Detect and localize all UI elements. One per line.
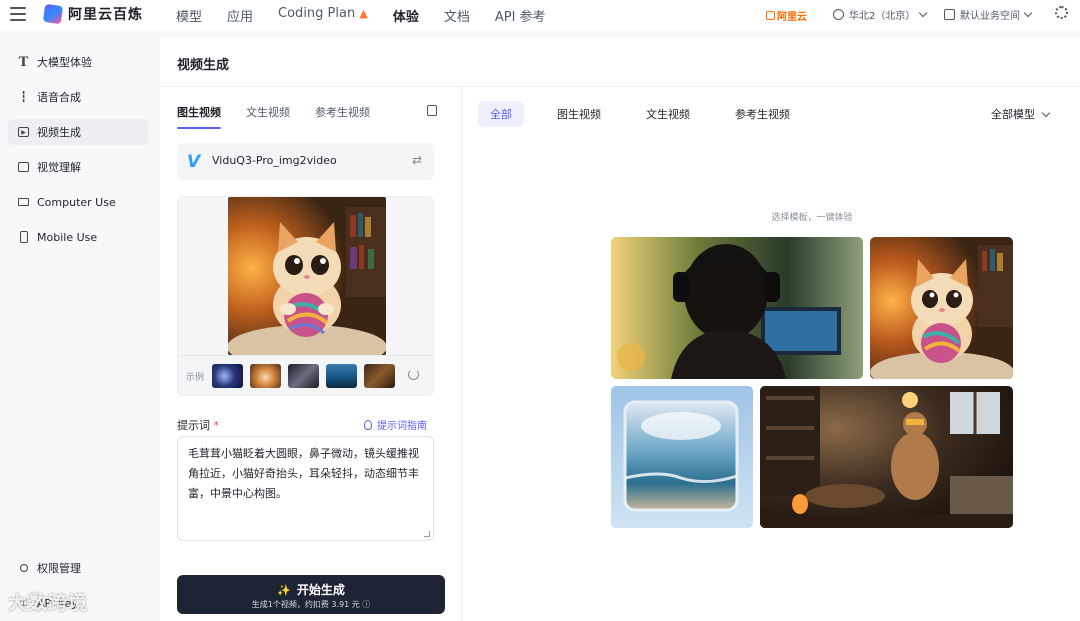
main-nav: 模型 应用 Coding Plan ▲ 体验 文档 API 参考 (176, 6, 546, 25)
fire-icon: ▲ (359, 7, 368, 20)
template-tile-muscle-man-room[interactable] (760, 386, 1013, 528)
video-icon: ▶ (18, 127, 29, 138)
model-filter-dropdown[interactable]: 全部模型 (991, 106, 1051, 122)
image-upload-area[interactable]: 示例 (177, 196, 434, 396)
example-thumbnail[interactable] (288, 364, 319, 388)
image-icon (18, 162, 29, 173)
example-thumbnail[interactable] (364, 364, 395, 388)
filter-reference-to-video[interactable]: 参考生视频 (723, 101, 802, 127)
examples-label: 示例 (186, 373, 205, 383)
sidebar-item-computer-use[interactable]: Computer Use (8, 189, 148, 215)
tab-image-to-video[interactable]: 图生视频 (177, 104, 221, 120)
sidebar: T 大模型体验 ┇ 语音合成 ▶ 视频生成 视觉理解 Computer Use … (0, 37, 160, 621)
sidebar-item-label: 权限管理 (37, 562, 81, 575)
top-bar: 阿里云百炼 模型 应用 Coding Plan ▲ 体验 文档 API 参考 阿… (0, 0, 1080, 30)
vidu-logo-icon: V (187, 152, 201, 172)
template-tile-ocean-frame[interactable] (611, 386, 753, 528)
workspace-selector[interactable]: 默认业务空间 (944, 7, 1033, 22)
sidebar-item-permissions[interactable]: 权限管理 (8, 555, 148, 581)
prompt-label-text: 提示词 (177, 419, 210, 432)
generate-button[interactable]: ✨ 开始生成 生成1个视频，约扣费 3.91 元 ⓘ (177, 575, 445, 614)
refresh-icon[interactable] (408, 369, 419, 380)
filter-all[interactable]: 全部 (478, 101, 524, 127)
required-mark: * (213, 419, 220, 432)
logo-icon (42, 3, 64, 25)
sidebar-item-label: 语音合成 (37, 91, 81, 104)
nav-item-experience[interactable]: 体验 (393, 6, 419, 25)
sidebar-item-label: 视觉理解 (37, 161, 81, 174)
template-filter-tabs: 全部 图生视频 文生视频 参考生视频 (478, 101, 823, 127)
example-images-row: 示例 (178, 355, 433, 395)
chevron-down-icon (919, 8, 928, 18)
template-tile-kitten[interactable] (870, 237, 1013, 379)
region-selector[interactable]: 华北2（北京） (833, 7, 928, 22)
watermark-text: 大数跨境 (8, 592, 89, 614)
generate-cost-note: 生成1个视频，约扣费 3.91 元 ⓘ (251, 600, 371, 609)
example-thumbnail[interactable] (250, 364, 281, 388)
active-tab-indicator (177, 127, 221, 129)
aliyun-badge[interactable]: 阿里云 (766, 8, 807, 23)
nav-item-api-reference[interactable]: API 参考 (495, 6, 546, 25)
nav-item-docs[interactable]: 文档 (444, 6, 470, 25)
model-selector[interactable]: V ViduQ3-Pro_img2video ⇄ (177, 143, 434, 180)
sidebar-item-llm-experience[interactable]: T 大模型体验 (8, 49, 148, 75)
chevron-down-icon (1023, 8, 1033, 18)
page-title: 视频生成 (177, 58, 230, 73)
sidebar-item-label: 视频生成 (37, 126, 81, 139)
menu-icon[interactable] (10, 7, 26, 21)
model-filter-label: 全部模型 (991, 108, 1035, 121)
nav-item-apps[interactable]: 应用 (227, 6, 253, 25)
user-icon (18, 563, 29, 574)
sidebar-item-visual-understanding[interactable]: 视觉理解 (8, 154, 148, 180)
sidebar-item-mobile-use[interactable]: Mobile Use (8, 224, 148, 250)
example-thumbnail[interactable] (212, 364, 243, 388)
aliyun-badge-label: 阿里云 (777, 12, 807, 23)
tab-reference-to-video[interactable]: 参考生视频 (315, 104, 370, 120)
sidebar-item-label: Mobile Use (37, 230, 98, 244)
sidebar-item-speech-synthesis[interactable]: ┇ 语音合成 (8, 84, 148, 110)
generate-button-main: ✨ 开始生成 (177, 581, 445, 598)
phone-icon (18, 231, 29, 243)
swap-icon[interactable]: ⇄ (412, 153, 422, 167)
lock-icon[interactable] (427, 105, 437, 116)
generation-mode-tabs: 图生视频 文生视频 参考生视频 (177, 104, 370, 120)
nav-item-models[interactable]: 模型 (176, 6, 202, 25)
filter-image-to-video[interactable]: 图生视频 (545, 101, 613, 127)
tab-text-to-video[interactable]: 文生视频 (246, 104, 290, 120)
sidebar-item-video-generation[interactable]: ▶ 视频生成 (8, 119, 148, 145)
generate-label: 开始生成 (296, 583, 345, 597)
nav-item-coding-plan[interactable]: Coding Plan ▲ (278, 6, 368, 25)
template-tile-headphones-girl[interactable] (611, 237, 863, 379)
resize-handle-icon[interactable] (424, 531, 430, 537)
magic-wand-icon: ✨ (277, 584, 291, 597)
gear-icon[interactable] (1055, 6, 1068, 19)
region-label: 华北2（北京） (849, 11, 916, 22)
prompt-guide-link[interactable]: 提示词指南 (364, 417, 427, 432)
model-name: ViduQ3-Pro_img2video (212, 154, 337, 167)
chevron-down-icon (1041, 108, 1051, 117)
gallery-hint: 选择模板，一键体验 (771, 213, 853, 223)
home-icon (944, 9, 955, 20)
logo[interactable]: 阿里云百炼 (42, 3, 143, 25)
lightbulb-icon (364, 419, 372, 430)
prompt-label: 提示词 * (177, 417, 219, 433)
page-header (160, 37, 1080, 87)
prompt-guide-label: 提示词指南 (377, 421, 427, 432)
aliyun-logo-icon (766, 11, 775, 20)
monitor-icon (18, 197, 29, 208)
nav-item-coding-plan-label: Coding Plan (278, 6, 356, 21)
prompt-textarea[interactable]: 毛茸茸小猫眨着大圆眼，鼻子微动，镜头缓推视角拉近，小猫好奇抬头，耳朵轻抖，动态细… (177, 436, 434, 541)
sidebar-item-label: 大模型体验 (37, 56, 92, 69)
example-thumbnail[interactable] (326, 364, 357, 388)
text-t-icon: T (18, 54, 29, 70)
workspace-label: 默认业务空间 (960, 11, 1020, 22)
sidebar-item-label: Computer Use (37, 195, 116, 209)
filter-text-to-video[interactable]: 文生视频 (634, 101, 702, 127)
prompt-text: 毛茸茸小猫眨着大圆眼，鼻子微动，镜头缓推视角拉近，小猫好奇抬头，耳朵轻抖，动态细… (188, 447, 419, 500)
location-icon (833, 9, 844, 20)
audio-wave-icon: ┇ (20, 91, 27, 103)
logo-text: 阿里云百炼 (68, 7, 143, 23)
uploaded-kitten-image (228, 197, 386, 355)
